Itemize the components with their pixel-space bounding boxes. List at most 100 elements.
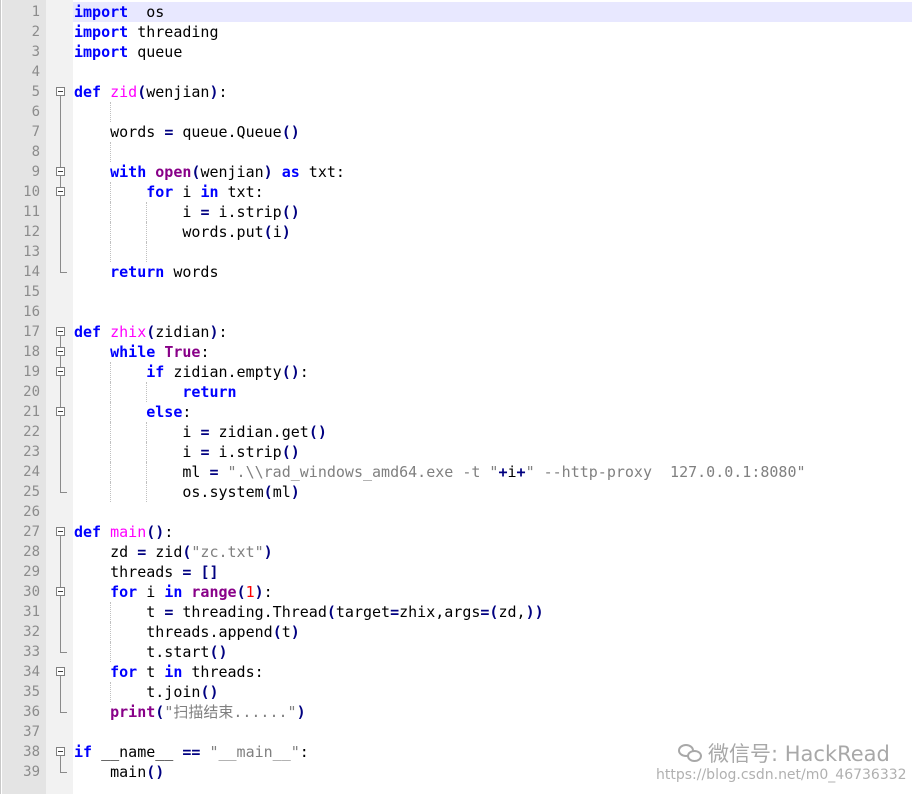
line-number: 6	[31, 104, 40, 120]
code-text[interactable]: threads = []	[73, 562, 912, 582]
code-token: queue.Queue	[173, 123, 282, 141]
code-text[interactable]	[73, 62, 912, 82]
fold-toggle-icon[interactable]	[56, 582, 70, 602]
code-text[interactable]: def zid(wenjian):	[73, 82, 912, 102]
code-line[interactable]: 11 i = i.strip()	[1, 202, 912, 222]
code-text[interactable]	[73, 302, 912, 322]
code-text[interactable]: if zidian.empty():	[73, 362, 912, 382]
fold-guide-icon	[56, 562, 70, 582]
code-line[interactable]: 1 import os	[1, 2, 912, 22]
code-line[interactable]: 22 i = zidian.get()	[1, 422, 912, 442]
fold-toggle-icon[interactable]	[56, 162, 70, 182]
code-line[interactable]: 25 os.system(ml)	[1, 482, 912, 502]
code-text[interactable]: return	[73, 382, 912, 402]
code-text[interactable]: return words	[73, 262, 912, 282]
fold-toggle-icon[interactable]	[56, 342, 70, 362]
code-line[interactable]: 13	[1, 242, 912, 262]
code-line[interactable]: 2 import threading	[1, 22, 912, 42]
code-text[interactable]: ml = ".\\rad_windows_amd64.exe -t "+i+" …	[73, 462, 912, 482]
code-line[interactable]: 35 t.join()	[1, 682, 912, 702]
code-line[interactable]: 17 def zhix(zidian):	[1, 322, 912, 342]
code-text[interactable]: i = i.strip()	[73, 202, 912, 222]
line-number: 13	[23, 244, 40, 260]
code-text[interactable]	[73, 502, 912, 522]
code-text[interactable]: i = zidian.get()	[73, 422, 912, 442]
fold-toggle-icon[interactable]	[56, 322, 70, 342]
code-text[interactable]: for t in threads:	[73, 662, 912, 682]
code-line[interactable]: 26	[1, 502, 912, 522]
code-token: []	[200, 563, 219, 581]
code-text[interactable]: def zhix(zidian):	[73, 322, 912, 342]
code-token: threads	[74, 563, 183, 581]
code-text[interactable]: os.system(ml)	[73, 482, 912, 502]
code-line[interactable]: 5 def zid(wenjian):	[1, 82, 912, 102]
code-line[interactable]: 12 words.put(i)	[1, 222, 912, 242]
code-text[interactable]: for i in txt:	[73, 182, 912, 202]
code-text[interactable]: words.put(i)	[73, 222, 912, 242]
code-line[interactable]: 14 return words	[1, 262, 912, 282]
code-line[interactable]: 29 threads = []	[1, 562, 912, 582]
line-number: 12	[23, 224, 40, 240]
code-line[interactable]: 24 ml = ".\\rad_windows_amd64.exe -t "+i…	[1, 462, 912, 482]
code-line[interactable]: 21 else:	[1, 402, 912, 422]
code-text[interactable]: for i in range(1):	[73, 582, 912, 602]
code-text[interactable]: import os	[73, 2, 912, 22]
code-text[interactable]: while True:	[73, 342, 912, 362]
code-line[interactable]: 9 with open(wenjian) as txt:	[1, 162, 912, 182]
fold-end-icon	[56, 642, 70, 662]
code-lines[interactable]: 1 import os 2 import threading 3 import queue…	[1, 2, 912, 782]
code-token: zhix,args	[399, 603, 481, 621]
code-text[interactable]: def main():	[73, 522, 912, 542]
code-text[interactable]	[73, 142, 912, 162]
code-text[interactable]: threads.append(t)	[73, 622, 912, 642]
code-line[interactable]: 32 threads.append(t)	[1, 622, 912, 642]
code-token: ()	[146, 763, 165, 781]
code-line[interactable]: 15	[1, 282, 912, 302]
fold-toggle-icon[interactable]	[56, 662, 70, 682]
code-line[interactable]: 36 print("扫描结束......")	[1, 702, 912, 722]
code-text[interactable]	[73, 242, 912, 262]
code-text[interactable]: zd = zid("zc.txt")	[73, 542, 912, 562]
code-line[interactable]: 23 i = i.strip()	[1, 442, 912, 462]
code-text[interactable]: with open(wenjian) as txt:	[73, 162, 912, 182]
code-text[interactable]: t.start()	[73, 642, 912, 662]
code-line[interactable]: 31 t = threading.Thread(target=zhix,args…	[1, 602, 912, 622]
code-line[interactable]: 30 for i in range(1):	[1, 582, 912, 602]
code-line[interactable]: 20 return	[1, 382, 912, 402]
code-line[interactable]: 7 words = queue.Queue()	[1, 122, 912, 142]
code-line[interactable]: 10 for i in txt:	[1, 182, 912, 202]
code-text[interactable]: import threading	[73, 22, 912, 42]
indent-guide	[146, 202, 148, 222]
code-text[interactable]: else:	[73, 402, 912, 422]
code-line[interactable]: 8	[1, 142, 912, 162]
code-text[interactable]: t.join()	[73, 682, 912, 702]
code-token: (	[326, 603, 336, 621]
code-line[interactable]: 34 for t in threads:	[1, 662, 912, 682]
fold-toggle-icon[interactable]	[56, 362, 70, 382]
code-line[interactable]: 18 while True:	[1, 342, 912, 362]
code-line[interactable]: 28 zd = zid("zc.txt")	[1, 542, 912, 562]
code-text[interactable]: words = queue.Queue()	[73, 122, 912, 142]
code-text[interactable]	[73, 102, 912, 122]
code-text[interactable]: print("扫描结束......")	[73, 702, 912, 722]
code-line[interactable]: 3 import queue	[1, 42, 912, 62]
fold-toggle-icon[interactable]	[56, 522, 70, 542]
code-editor[interactable]: 1 import os 2 import threading 3 import queue…	[0, 0, 912, 794]
code-line[interactable]: 4	[1, 62, 912, 82]
code-token: :	[182, 403, 192, 421]
code-line[interactable]: 33 t.start()	[1, 642, 912, 662]
code-line[interactable]: 16	[1, 302, 912, 322]
fold-toggle-icon[interactable]	[56, 402, 70, 422]
code-line[interactable]: 19 if zidian.empty():	[1, 362, 912, 382]
code-text[interactable]: i = i.strip()	[73, 442, 912, 462]
code-text[interactable]: t = threading.Thread(target=zhix,args=(z…	[73, 602, 912, 622]
code-line[interactable]: 6	[1, 102, 912, 122]
fold-toggle-icon[interactable]	[56, 82, 70, 102]
fold-toggle-icon[interactable]	[56, 182, 70, 202]
code-text[interactable]	[73, 282, 912, 302]
fold-toggle-icon[interactable]	[56, 742, 70, 762]
code-token: True	[164, 343, 201, 361]
code-text[interactable]: import queue	[73, 42, 912, 62]
code-line[interactable]: 27 def main():	[1, 522, 912, 542]
